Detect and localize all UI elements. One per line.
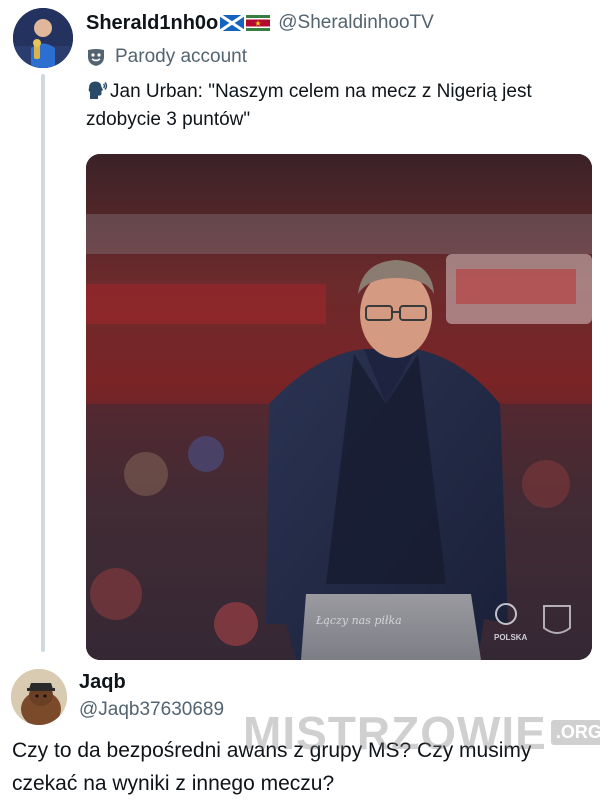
reply-text: Czy to da bezpośredni awans z grupy MS? … xyxy=(12,739,532,795)
thread-connector-line xyxy=(41,74,45,652)
tweet-body: Jan Urban: "Naszym celem na mecz z Niger… xyxy=(86,81,532,130)
tweet-text: Jan Urban: "Naszym celem na mecz z Niger… xyxy=(86,78,586,134)
scotland-flag-icon xyxy=(220,15,245,31)
speaking-head-icon xyxy=(88,81,108,99)
author-avatar[interactable] xyxy=(13,8,73,68)
reply-author-name[interactable]: Jaqb xyxy=(79,671,126,694)
author-display-name[interactable]: Sherald1nh0o xyxy=(86,12,218,35)
tweet-media-photo[interactable]: Łączy nas piłka POLSKA xyxy=(86,154,592,660)
parody-mask-icon xyxy=(88,49,104,66)
author-header: Sherald1nh0o @SheraldinhooTV xyxy=(86,10,434,36)
author-handle[interactable]: @SheraldinhooTV xyxy=(278,12,434,34)
suriname-flag-icon xyxy=(246,15,271,31)
parody-account-text: Parody account xyxy=(115,46,248,67)
media-badge-text: POLSKA xyxy=(494,633,528,642)
reply-author-avatar[interactable] xyxy=(11,669,67,725)
reply-author-handle[interactable]: @Jaqb37630689 xyxy=(79,699,224,721)
media-watermark-text: Łączy nas piłka xyxy=(315,614,402,627)
parody-account-label: Parody account xyxy=(86,44,247,70)
